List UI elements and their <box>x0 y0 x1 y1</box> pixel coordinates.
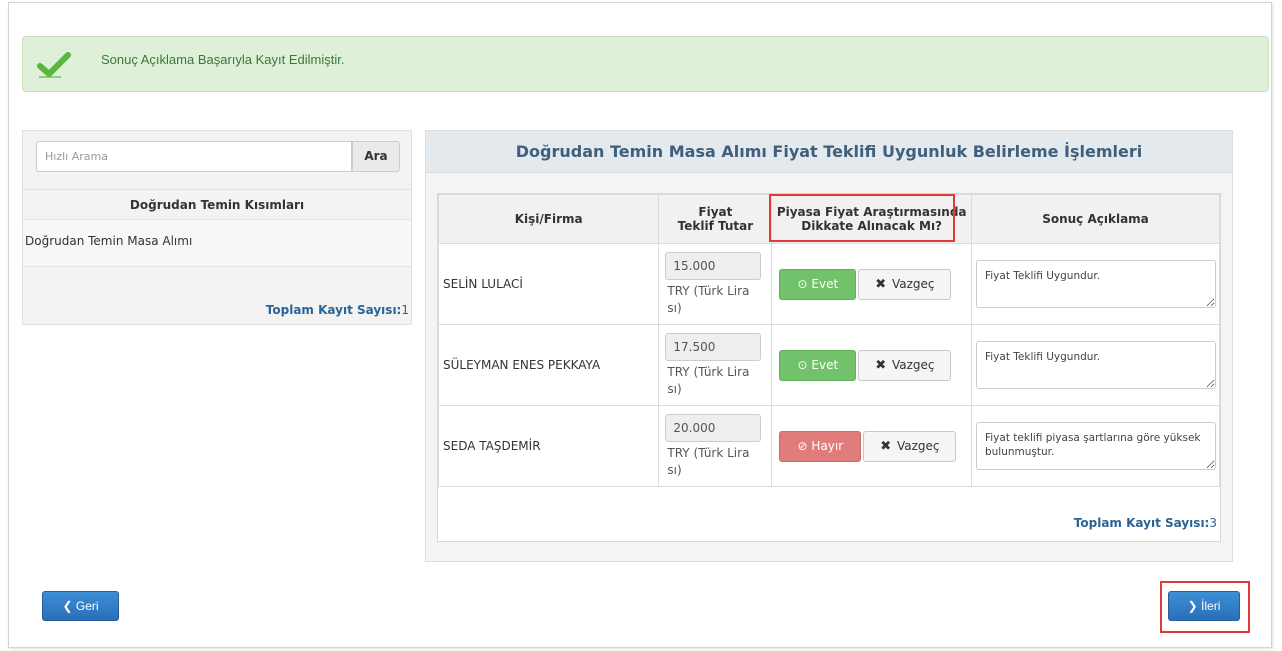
circle-check-icon: ⊙ <box>797 357 808 372</box>
result-cell: Fiyat teklifi piyasa şartlarına göre yük… <box>970 405 1221 487</box>
section-item[interactable]: Doğrudan Temin Masa Alımı <box>23 220 411 267</box>
currency-label: TRY (Türk Lira sı) <box>667 364 750 396</box>
accept-label: Evet <box>811 276 839 291</box>
result-textarea[interactable]: Fiyat Teklifi Uygundur. <box>975 260 1216 308</box>
search-button[interactable]: Ara <box>352 141 400 172</box>
col-header-market-line1: Piyasa Fiyat Araştırmasında <box>776 205 967 219</box>
chevron-left-icon: ❮ <box>62 599 73 613</box>
main-total-count: Toplam Kayıt Sayısı:3 <box>1074 516 1217 530</box>
next-button[interactable]: ❯ İleri <box>1168 591 1240 621</box>
next-label: İleri <box>1201 599 1221 613</box>
back-label: Geri <box>75 599 99 613</box>
table-row: SELİN LULACİ 15.000 TRY (Türk Lira sı) ⊙… <box>437 243 1221 325</box>
search-input[interactable] <box>36 141 352 172</box>
cancel-button[interactable]: ✖ Vazgeç <box>858 349 952 381</box>
chevron-right-icon: ❯ <box>1187 599 1198 613</box>
col-header-market-line2: Dikkate Alınacak Mı? <box>801 219 943 233</box>
firm-name: SELİN LULACİ <box>437 243 660 325</box>
evaluation-panel: Doğrudan Temin Masa Alımı Fiyat Teklifi … <box>425 130 1233 562</box>
result-cell: Fiyat Teklifi Uygundur. <box>970 243 1221 325</box>
firm-name: SEDA TAŞDEMİR <box>437 405 660 487</box>
back-button[interactable]: ❮ Geri <box>42 591 119 621</box>
result-textarea[interactable]: Fiyat Teklifi Uygundur. <box>975 341 1216 389</box>
offers-table-wrapper: Kişi/Firma Fiyat Teklif Tutar Piyasa Fiya… <box>437 193 1221 542</box>
close-icon: ✖ <box>875 276 887 292</box>
table-row: SÜLEYMAN ENES PEKKAYA 17.500 TRY (Türk L… <box>437 324 1221 406</box>
total-value: 3 <box>1209 516 1217 530</box>
currency-label: TRY (Türk Lira sı) <box>667 283 750 315</box>
sections-panel: Ara Doğrudan Temin Kısımları Doğrudan Te… <box>22 130 412 325</box>
col-header-firm: Kişi/Firma <box>437 194 660 244</box>
firm-name: SÜLEYMAN ENES PEKKAYA <box>437 324 660 406</box>
panel-title: Doğrudan Temin Masa Alımı Fiyat Teklifi … <box>426 131 1232 173</box>
accept-button[interactable]: ⊙ Evet <box>779 268 857 300</box>
price-cell: 20.000 TRY (Türk Lira sı) <box>658 405 773 487</box>
total-label: Toplam Kayıt Sayısı: <box>1073 516 1210 530</box>
close-icon: ✖ <box>875 357 887 373</box>
result-cell: Fiyat Teklifi Uygundur. <box>970 324 1221 406</box>
decision-cell: ⊙ Evet ✖ Vazgeç <box>771 324 972 406</box>
table-row: SEDA TAŞDEMİR 20.000 TRY (Türk Lira sı) … <box>437 405 1221 487</box>
col-header-price: Fiyat Teklif Tutar <box>658 194 773 244</box>
close-icon: ✖ <box>880 438 892 454</box>
sections-header: Doğrudan Temin Kısımları <box>23 189 411 220</box>
price-field: 20.000 <box>665 413 762 442</box>
total-value: 1 <box>401 303 409 317</box>
cancel-label: Vazgeç <box>896 438 940 453</box>
cancel-button[interactable]: ✖ Vazgeç <box>863 430 957 462</box>
cancel-button[interactable]: ✖ Vazgeç <box>858 268 952 300</box>
accept-label: Evet <box>811 357 839 372</box>
price-cell: 15.000 TRY (Türk Lira sı) <box>658 243 773 325</box>
left-total-count: Toplam Kayıt Sayısı:1 <box>266 303 409 317</box>
page-frame: Sonuç Açıklama Başarıyla Kayıt Edilmişti… <box>8 2 1272 648</box>
decision-cell: ⊙ Evet ✖ Vazgeç <box>771 243 972 325</box>
success-alert: Sonuç Açıklama Başarıyla Kayıt Edilmişti… <box>22 36 1269 92</box>
alert-message: Sonuç Açıklama Başarıyla Kayıt Edilmişti… <box>101 52 345 67</box>
table-header-row: Kişi/Firma Fiyat Teklif Tutar Piyasa Fiya… <box>437 194 1221 244</box>
cancel-label: Vazgeç <box>891 276 935 291</box>
col-header-market: Piyasa Fiyat Araştırmasında Dikkate Alına… <box>771 194 972 244</box>
col-header-price-line2: Teklif Tutar <box>677 219 754 233</box>
price-field: 17.500 <box>665 332 762 361</box>
col-header-price-line1: Fiyat <box>698 205 733 219</box>
result-textarea[interactable]: Fiyat teklifi piyasa şartlarına göre yük… <box>975 422 1216 470</box>
checkmark-icon <box>37 52 71 78</box>
circle-check-icon: ⊙ <box>797 276 808 291</box>
col-header-result: Sonuç Açıklama <box>970 194 1221 244</box>
reject-button[interactable]: ⊘ Hayır <box>779 430 862 462</box>
currency-label: TRY (Türk Lira sı) <box>667 445 750 477</box>
cancel-label: Vazgeç <box>891 357 935 372</box>
price-cell: 17.500 TRY (Türk Lira sı) <box>658 324 773 406</box>
price-field: 15.000 <box>665 251 762 280</box>
total-label: Toplam Kayıt Sayısı: <box>265 303 402 317</box>
decision-cell: ⊘ Hayır ✖ Vazgeç <box>771 405 972 487</box>
reject-label: Hayır <box>811 438 844 453</box>
ban-icon: ⊘ <box>797 438 808 453</box>
accept-button[interactable]: ⊙ Evet <box>779 349 857 381</box>
offers-table: Kişi/Firma Fiyat Teklif Tutar Piyasa Fiya… <box>437 194 1221 487</box>
